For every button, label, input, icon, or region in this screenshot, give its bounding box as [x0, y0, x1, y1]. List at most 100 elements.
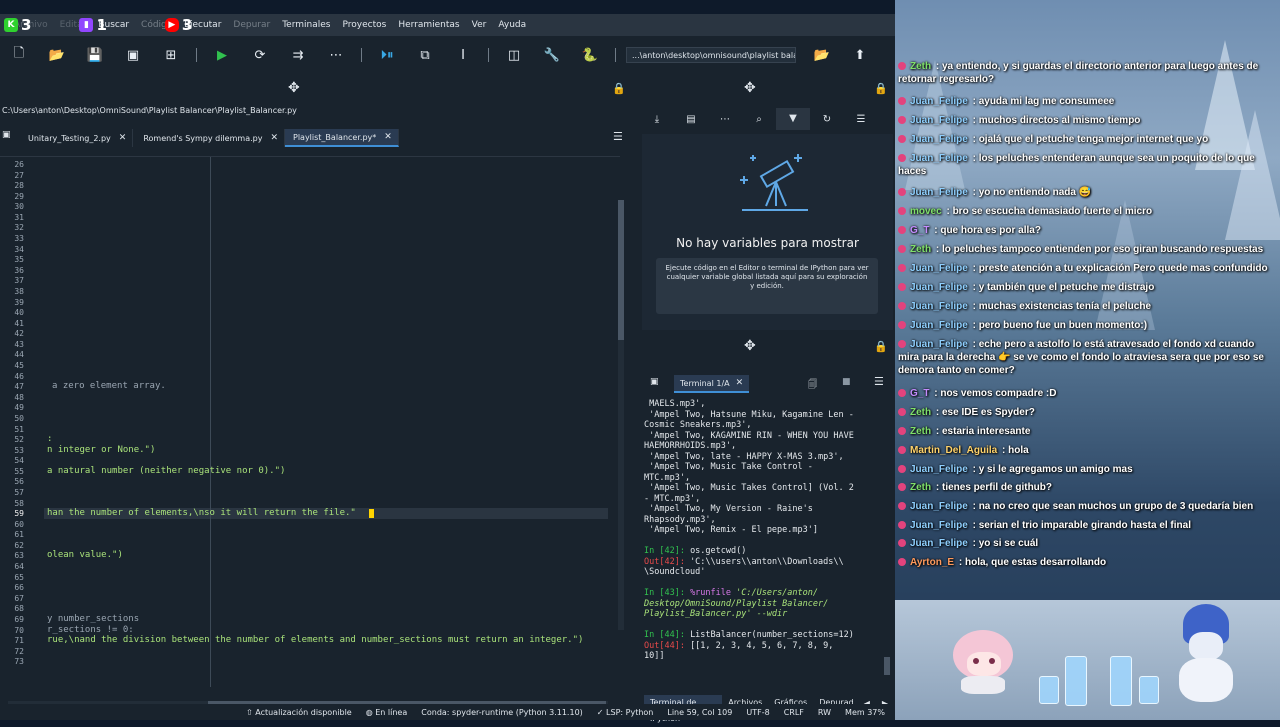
editor-vertical-scrollbar[interactable]: [618, 200, 624, 630]
refresh-icon[interactable]: ↻: [810, 114, 844, 125]
move-pane-icon[interactable]: ✥: [744, 338, 756, 354]
debug-cell-icon[interactable]: ⧉: [411, 43, 439, 67]
close-icon[interactable]: ✕: [384, 132, 392, 142]
line-number: 71: [14, 636, 24, 646]
filter-icon[interactable]: ▼: [776, 108, 810, 130]
encoding-status: UTF-8: [746, 707, 770, 717]
spyder-ide-window: Archivo Editar Buscar Código Ejecutar De…: [0, 14, 895, 723]
more-options-icon[interactable]: ⋯: [708, 114, 742, 125]
conda-env-status[interactable]: Conda: spyder-runtime (Python 3.11.10): [421, 708, 583, 717]
console-output[interactable]: MAELS.mp3', 'Ampel Two, Hatsune Miku, Ka…: [644, 399, 888, 659]
stop-icon[interactable]: ■: [842, 377, 851, 387]
save-icon[interactable]: 💾: [81, 43, 109, 67]
hamburger-menu-icon[interactable]: ☰: [613, 130, 623, 143]
line-number: 68: [14, 604, 24, 614]
chat-separator: :: [969, 301, 979, 312]
chat-separator: :: [969, 153, 979, 164]
hamburger-menu-icon[interactable]: ☰: [874, 375, 884, 388]
chat-text: preste atención a tu explicación Pero qu…: [978, 263, 1268, 274]
run-icon[interactable]: ▶: [208, 43, 236, 67]
menu-ayuda[interactable]: Ayuda: [492, 20, 532, 30]
debug-icon[interactable]: ⏵⏸: [373, 43, 401, 67]
tab-romend-sympy[interactable]: Romend's Sympy dilemma.py ✕: [133, 129, 285, 147]
move-pane-icon[interactable]: ✥: [288, 80, 300, 96]
line-number: 44: [14, 350, 24, 360]
output-prompt: Out[44]:: [644, 640, 691, 651]
chat-message: Juan_Felipe : y si le agregamos un amigo…: [898, 463, 1276, 476]
menu-proyectos[interactable]: Proyectos: [336, 20, 392, 30]
tab-unitary-testing[interactable]: Unitary_Testing_2.py ✕: [0, 129, 134, 147]
search-icon[interactable]: ⌕: [742, 114, 776, 125]
move-pane-icon[interactable]: ✥: [744, 80, 756, 96]
chat-message: Juan_Felipe : muchas existencias tenía e…: [898, 300, 1276, 313]
console-line: 'Ampel Two, Music Take Control -: [644, 462, 813, 472]
code-editor[interactable]: 26 27 28 29 30 31 32 33 34 35 36 37 38 39 40 41 42 43 44 45…: [0, 156, 620, 692]
scrollbar-thumb[interactable]: [618, 200, 624, 340]
chat-message: Zeth : lo peluches tampoco entienden por…: [898, 243, 1276, 256]
youtube-count: 3: [181, 16, 193, 34]
console-line: Cosmic Sneakers.mp3',: [644, 420, 752, 430]
line-number: 31: [14, 212, 24, 222]
chat-username: Zeth: [910, 482, 932, 493]
lsp-status[interactable]: ✓ LSP: Python: [597, 708, 654, 717]
empty-state-hint: Ejecute código en el Editor o terminal d…: [656, 258, 878, 314]
run-cell-icon[interactable]: ⟳: [246, 43, 274, 67]
new-file-icon[interactable]: 🗋: [5, 43, 33, 67]
save-all-icon[interactable]: ▣: [119, 43, 147, 67]
lock-icon[interactable]: 🔒: [874, 82, 888, 95]
hamburger-menu-icon[interactable]: ☰: [844, 114, 878, 125]
chat-separator: :: [933, 426, 942, 437]
code-line: rue,\nand the division between the numbe…: [47, 635, 584, 646]
stream-chat-overlay: Zeth : ya entiendo, y si guardas el dire…: [895, 0, 1280, 720]
tab-playlist-balancer[interactable]: Playlist_Balancer.py* ✕: [285, 129, 399, 147]
more-icon[interactable]: ⋯: [322, 43, 350, 67]
menu-terminales[interactable]: Terminales: [276, 20, 336, 30]
wrench-icon[interactable]: 🔧: [538, 43, 566, 67]
line-number: 56: [14, 477, 24, 487]
browse-folder-icon[interactable]: 📂: [808, 43, 836, 67]
import-data-icon[interactable]: ⤓: [640, 114, 674, 125]
close-icon[interactable]: ✕: [736, 378, 744, 388]
line-number: 58: [14, 498, 24, 508]
chat-text: ya entiendo, y si guardas el directorio …: [898, 61, 1259, 85]
line-number: 40: [14, 308, 24, 318]
python-path-icon[interactable]: 🐍: [576, 43, 604, 67]
console-line: 'Ampel Two, late - HAPPY X-MAS 3.mp3',: [644, 451, 844, 462]
line-number: 42: [14, 329, 24, 339]
lock-icon[interactable]: 🔒: [874, 340, 888, 353]
platform-icon: [898, 521, 906, 529]
chat-message: G_T : que hora es por alla?: [898, 224, 1276, 237]
youtube-badge: ▶ 3: [164, 16, 193, 34]
new-cell-icon[interactable]: ⊞: [157, 43, 185, 67]
chat-message: Juan_Felipe : muchos directos al mismo t…: [898, 114, 1276, 127]
chat-separator: :: [931, 388, 941, 399]
cursor-position: Line 59, Col 109: [667, 707, 733, 717]
chat-text: que hora es por alla?: [940, 225, 1041, 236]
run-cell-advance-icon[interactable]: ⇉: [284, 43, 312, 67]
debug-selection-icon[interactable]: I: [449, 43, 477, 67]
menu-herramientas[interactable]: Herramientas: [392, 20, 465, 30]
close-icon[interactable]: ✕: [119, 133, 127, 143]
save-data-icon[interactable]: ▤: [674, 114, 708, 125]
platform-icon: [898, 207, 906, 215]
console-scrollbar[interactable]: [884, 657, 890, 675]
tab-terminal-1a[interactable]: Terminal 1/A ✕: [674, 375, 750, 393]
console-line: Out[42]: 'C:\\users\\anton\\Downloads\\: [644, 556, 844, 567]
menu-ver[interactable]: Ver: [466, 20, 493, 30]
parent-directory-icon[interactable]: ⬆: [846, 43, 874, 67]
chat-message: Juan_Felipe : preste atención a tu expli…: [898, 262, 1276, 275]
water-bottle: [1110, 656, 1132, 706]
close-icon[interactable]: ✕: [270, 133, 278, 143]
line-number: 28: [14, 181, 24, 191]
menu-depurar[interactable]: Depurar: [227, 20, 276, 30]
open-folder-icon[interactable]: 📂: [43, 43, 71, 67]
editor-tab-bar: Unitary_Testing_2.py ✕ Romend's Sympy di…: [0, 128, 634, 148]
maximize-pane-icon[interactable]: ◫: [500, 43, 528, 67]
clear-console-icon[interactable]: 🗐: [808, 377, 817, 393]
working-directory-input[interactable]: ...\anton\desktop\omnisound\playlist bal…: [626, 47, 796, 63]
console-line: In [44]: ListBalancer(number_sections=12…: [644, 630, 854, 640]
chat-message: Ayrton_E : hola, que estas desarrollando: [898, 556, 1276, 569]
lock-icon[interactable]: 🔒: [612, 82, 626, 95]
k-logo-icon: K: [4, 18, 18, 32]
browse-consoles-icon[interactable]: ▣: [650, 377, 659, 387]
